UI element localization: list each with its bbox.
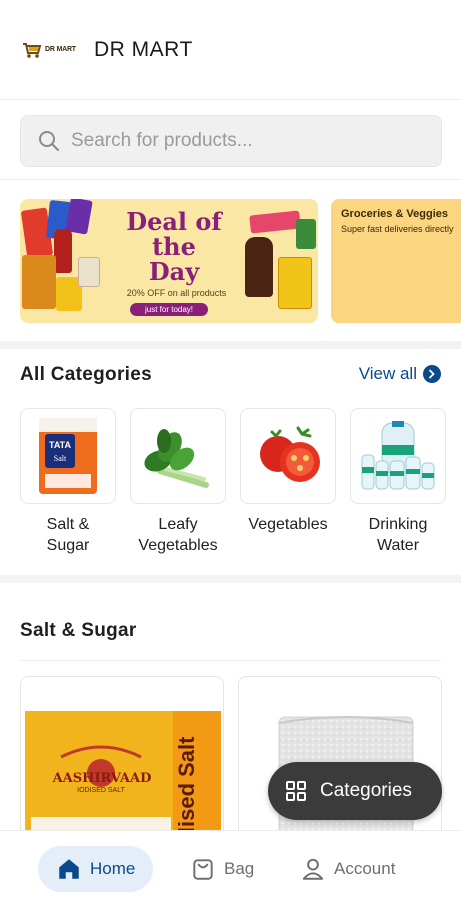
category-tile: TATA Salt <box>20 408 116 504</box>
category-label: Drinking Water <box>368 516 428 554</box>
category-label: Leafy Vegetables <box>138 516 218 554</box>
juice-pack-icon <box>296 219 316 249</box>
categories-title: All Categories <box>20 364 152 385</box>
bag-icon <box>193 859 213 880</box>
category-tile <box>130 408 226 504</box>
deal-subtitle: 20% OFF on all products <box>126 288 227 298</box>
home-icon <box>59 859 79 879</box>
view-all-link[interactable]: View all <box>359 364 441 384</box>
spice-box-icon <box>22 255 56 309</box>
chevron-right-icon <box>423 365 441 383</box>
search-bar[interactable] <box>20 115 442 167</box>
salt-pack-icon: TATA Salt <box>39 418 97 494</box>
groceries-title: Groceries & Veggies <box>341 208 448 220</box>
section-divider <box>0 575 461 583</box>
view-all-label: View all <box>358 364 417 383</box>
salt-section-title: Salt & Sugar <box>20 620 137 641</box>
category-list: TATA Salt Salt & Sugar Leafy Vegetables <box>20 408 446 556</box>
groceries-banner[interactable]: Groceries & Veggies Super fast deliverie… <box>331 199 461 323</box>
tetra-pack-icon <box>78 257 100 287</box>
deal-pill: just for today! <box>130 303 208 316</box>
search-section <box>0 101 461 180</box>
cart-logo-icon <box>23 42 42 58</box>
product-card-aashirvaad-salt[interactable]: AASHIRVAAD IODISED SALT Iodised Salt <box>20 676 224 830</box>
app-title: DR MART <box>94 37 193 61</box>
fab-label: Categories <box>320 780 412 801</box>
grid-icon <box>286 781 306 801</box>
chocolate-bar-icon <box>249 210 301 234</box>
banner-carousel[interactable]: Deal of the Day 20% OFF on all products … <box>0 181 461 341</box>
product-brand: AASHIRVAAD <box>52 771 152 786</box>
groceries-subtitle: Super fast deliveries directly <box>341 224 454 234</box>
tomato-icon <box>260 426 320 482</box>
section-divider <box>0 341 461 349</box>
bottom-nav: Home Bag Account <box>0 830 461 900</box>
category-label: Vegetables <box>248 516 328 533</box>
category-drinking-water[interactable]: Drinking Water <box>350 408 446 556</box>
product-sub: IODISED SALT <box>77 787 125 794</box>
leafy-greens-icon <box>144 429 209 488</box>
category-vegetables[interactable]: Vegetables <box>240 408 336 556</box>
sauce-bottle-icon <box>54 229 72 273</box>
svg-text:Salt: Salt <box>54 454 67 463</box>
logo-text: DR MART <box>45 46 76 53</box>
nav-home-label: Home <box>90 859 136 878</box>
svg-text:TATA: TATA <box>49 440 71 450</box>
category-leafy-vegetables[interactable]: Leafy Vegetables <box>130 408 226 556</box>
app-header: DR MART DR MART <box>0 0 461 100</box>
deal-of-the-day-banner[interactable]: Deal of the Day 20% OFF on all products … <box>20 199 318 323</box>
syrup-bottle-icon <box>245 237 273 297</box>
category-salt-sugar[interactable]: TATA Salt Salt & Sugar <box>20 408 116 556</box>
category-tile <box>350 408 446 504</box>
nav-home[interactable]: Home <box>38 846 154 892</box>
deal-title: Deal of the Day <box>126 207 222 286</box>
category-tile <box>240 408 336 504</box>
search-input[interactable] <box>71 130 411 152</box>
nav-account-label: Account <box>334 859 396 878</box>
water-bottles-icon <box>361 421 435 490</box>
nav-bag[interactable]: Bag <box>190 846 254 892</box>
account-icon <box>302 858 324 880</box>
section-divider <box>20 660 441 661</box>
product-side-text: Iodised Salt <box>174 736 199 830</box>
search-icon <box>39 131 59 151</box>
corn-flakes-box-icon <box>278 257 312 309</box>
dr-mart-logo[interactable]: DR MART <box>22 37 78 63</box>
categories-section: All Categories View all TATA Salt Salt &… <box>0 349 461 575</box>
nav-account[interactable]: Account <box>300 846 395 892</box>
category-label: Salt & Sugar <box>46 516 90 554</box>
categories-fab[interactable]: Categories <box>268 762 442 820</box>
nav-bag-label: Bag <box>224 859 255 878</box>
